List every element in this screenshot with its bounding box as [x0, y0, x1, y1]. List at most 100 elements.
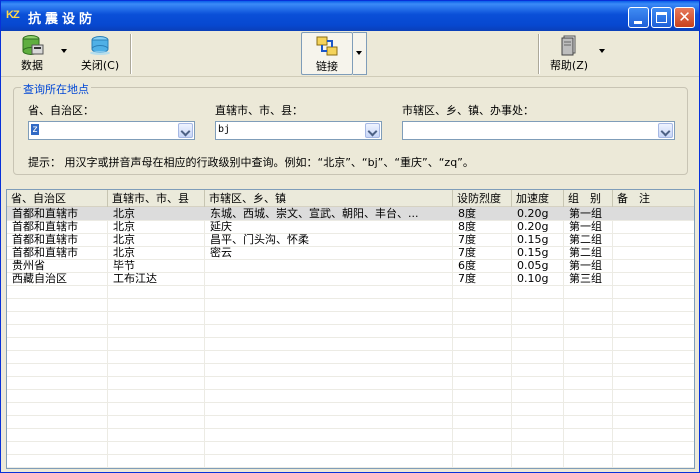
data-button[interactable]: 数据 [15, 33, 49, 75]
table-cell [613, 207, 694, 220]
grid-line [7, 454, 694, 455]
toolbar-separator [538, 34, 540, 74]
table-row[interactable]: 贵州省 毕节 6度 0.05g 第一组 [7, 259, 694, 272]
table-cell: 0.05g [517, 259, 549, 272]
column-header[interactable]: 备 注 [613, 190, 694, 207]
data-dropdown-arrow[interactable] [61, 49, 69, 55]
province-combo[interactable]: z [28, 121, 195, 140]
grid-line [7, 324, 694, 325]
help-book-icon [561, 35, 576, 56]
link-label: 链接 [316, 60, 338, 73]
link-icon [316, 36, 338, 56]
grid-line [7, 402, 694, 403]
table-cell: 延庆 [210, 220, 232, 233]
table-cell [613, 259, 694, 272]
grid-line [7, 441, 694, 442]
close-icon: ✕ [678, 8, 691, 26]
table-cell: 7度 [458, 246, 476, 259]
table-cell: 8度 [458, 220, 476, 233]
table-cell: 0.15g [517, 233, 549, 246]
table-cell [613, 233, 694, 246]
table-cell: 北京 [113, 207, 135, 220]
close-label: 关闭(C) [80, 59, 120, 72]
grid-line [7, 363, 694, 364]
column-header[interactable]: 省、自治区 [7, 190, 108, 207]
link-dropdown-arrow[interactable] [353, 32, 367, 75]
chevron-down-icon[interactable] [658, 123, 673, 138]
table-row[interactable]: 首都和直辖市 北京 东城、西城、崇文、宣武、朝阳、丰台、... 8度 0.20g 第一组 [7, 207, 694, 220]
province-value: z [31, 124, 40, 135]
province-label: 省、自治区： [28, 104, 94, 117]
city-value: bj [218, 124, 231, 135]
table-cell: 北京 [113, 233, 135, 246]
city-label: 直辖市、市、县： [215, 104, 303, 117]
table-cell: 0.10g [517, 272, 549, 285]
minimize-button[interactable] [628, 7, 649, 28]
maximize-button[interactable] [651, 7, 672, 28]
column-header[interactable]: 直辖市、市、县 [108, 190, 205, 207]
chevron-down-icon[interactable] [365, 123, 380, 138]
table-row[interactable]: 西藏自治区 工布江达 7度 0.10g 第三组 [7, 272, 694, 285]
column-header[interactable]: 加速度 [512, 190, 564, 207]
table-cell: 首都和直辖市 [12, 233, 78, 246]
chevron-down-icon[interactable] [178, 123, 193, 138]
table-cell: 7度 [458, 272, 476, 285]
title-bar[interactable]: KZ 抗震设防 ✕ [1, 1, 699, 31]
grid-line [7, 428, 694, 429]
list-header: 省、自治区 直辖市、市、县 市辖区、乡、镇 设防烈度 加速度组 别备 注 [7, 190, 694, 207]
database-icon [22, 35, 44, 55]
table-cell: 密云 [210, 246, 232, 259]
city-combo[interactable]: bj [215, 121, 382, 140]
hint-text: 提示： 用汉字或拼音声母在相应的行政级别中查询。例如：“北京”、“bj”、“重庆… [28, 156, 474, 169]
table-row[interactable]: 首都和直辖市 北京 延庆 8度 0.20g 第一组 [7, 220, 694, 233]
close-db-icon [90, 36, 110, 55]
help-button[interactable]: 帮助(Z) [546, 33, 592, 75]
table-cell [613, 246, 694, 259]
table-cell [613, 272, 694, 285]
toolbar: 数据 关闭(C) 链接 帮助(Z) [1, 31, 699, 77]
grid-line [7, 389, 694, 390]
table-cell: 西藏自治区 [12, 272, 67, 285]
table-cell [205, 272, 453, 285]
grid-line [7, 311, 694, 312]
table-cell: 第一组 [569, 207, 602, 220]
table-cell: 东城、西城、崇文、宣武、朝阳、丰台、... [210, 207, 419, 220]
table-cell: 工布江达 [113, 272, 157, 285]
results-list[interactable]: 省、自治区 直辖市、市、县 市辖区、乡、镇 设防烈度 加速度组 别备 注 首都和直辖市北… [6, 189, 695, 469]
close-button[interactable]: 关闭(C) [77, 33, 123, 75]
table-row[interactable]: 首都和直辖市 北京 昌平、门头沟、怀柔 7度 0.15g 第二组 [7, 233, 694, 246]
table-cell: 昌平、门头沟、怀柔 [210, 233, 309, 246]
table-cell [205, 259, 453, 272]
column-header[interactable]: 市辖区、乡、镇 [205, 190, 453, 207]
table-cell: 第三组 [569, 272, 602, 285]
maximize-icon [656, 12, 667, 23]
table-cell: 首都和直辖市 [12, 246, 78, 259]
table-cell: 毕节 [113, 259, 135, 272]
table-row[interactable]: 首都和直辖市 北京 密云 7度 0.15g 第二组 [7, 246, 694, 259]
grid-line [7, 298, 694, 299]
column-header[interactable]: 组 别 [564, 190, 613, 207]
column-header[interactable]: 设防烈度 [453, 190, 512, 207]
table-cell: 第二组 [569, 246, 602, 259]
table-cell: 贵州省 [12, 259, 45, 272]
main-window: KZ 抗震设防 ✕ 数据 关闭(C) 链接 帮助(Z) 查询所在地点 省、自治区… [0, 0, 700, 473]
table-cell [613, 220, 694, 233]
link-button[interactable]: 链接 [301, 32, 353, 75]
minimize-icon [634, 21, 642, 24]
window-title: 抗震设防 [28, 12, 97, 27]
close-window-button[interactable]: ✕ [674, 7, 695, 28]
table-cell: 0.20g [517, 207, 549, 220]
table-cell: 6度 [458, 259, 476, 272]
data-label: 数据 [21, 59, 43, 72]
table-cell: 8度 [458, 207, 476, 220]
district-label: 市辖区、乡、镇、办事处： [402, 104, 534, 117]
district-combo[interactable] [402, 121, 675, 140]
query-group-title: 查询所在地点 [21, 81, 91, 97]
toolbar-separator [130, 34, 132, 74]
table-cell: 北京 [113, 246, 135, 259]
table-cell: 首都和直辖市 [12, 207, 78, 220]
grid-line [7, 285, 694, 286]
help-dropdown-arrow[interactable] [599, 49, 607, 55]
table-cell: 0.20g [517, 220, 549, 233]
grid-line [7, 337, 694, 338]
